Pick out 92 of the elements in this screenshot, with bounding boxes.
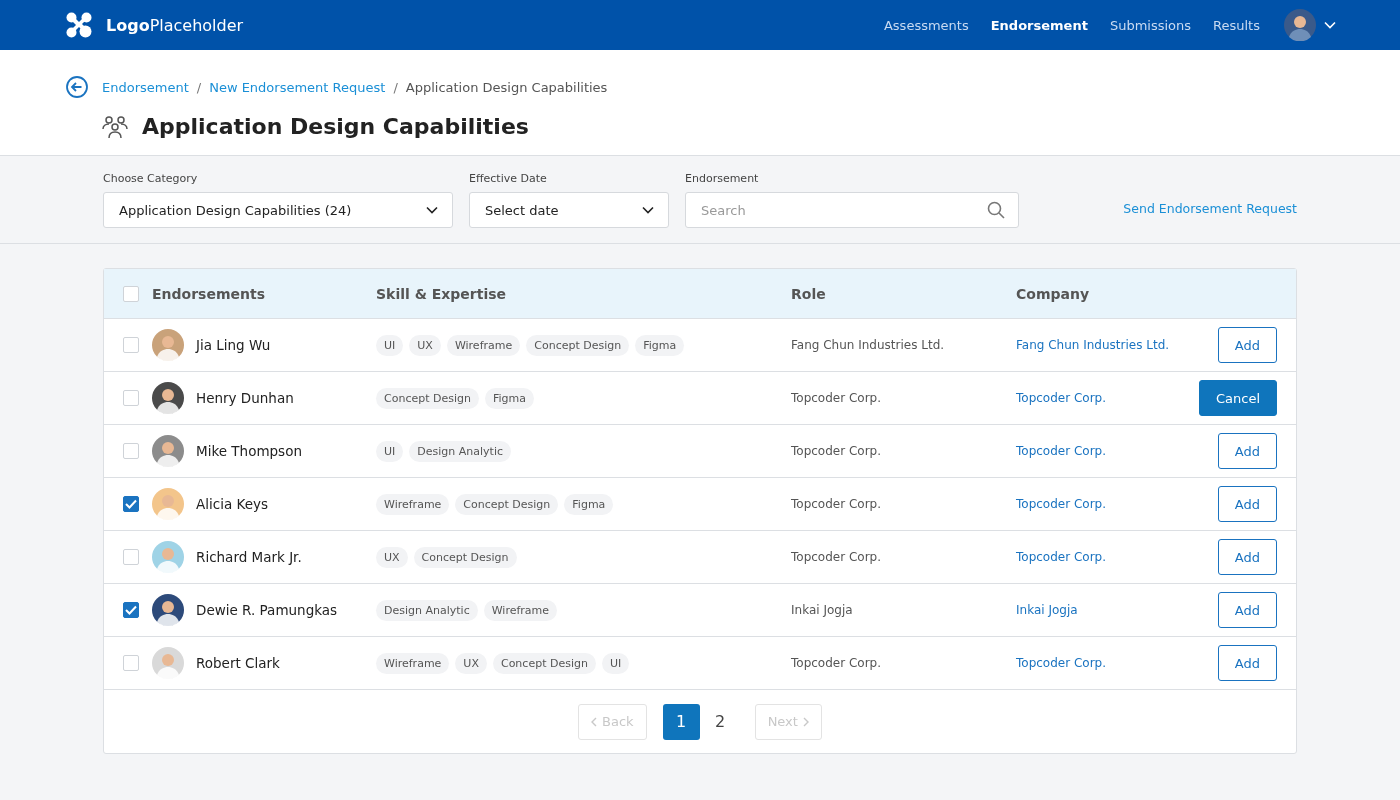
- skill-tag: Concept Design: [376, 387, 479, 409]
- skill-tag: UX: [409, 334, 441, 356]
- select-all-checkbox[interactable]: [123, 285, 139, 302]
- skill-tag: Concept Design: [526, 334, 630, 356]
- skill-tag: Concept Design: [455, 493, 559, 515]
- company-link[interactable]: Inkai Jogja: [1016, 603, 1078, 617]
- column-header: Skill & Expertise: [376, 285, 508, 302]
- skill-tag: Wireframe: [376, 652, 450, 674]
- skill-tag: Design Analytic: [409, 440, 511, 462]
- field-label: Endorsement: [685, 172, 760, 185]
- chevron-down-icon: [426, 206, 438, 214]
- role-text: Topcoder Corp.: [791, 497, 883, 511]
- company-link[interactable]: Topcoder Corp.: [1016, 497, 1107, 511]
- person-name: Alicia Keys: [196, 496, 268, 512]
- add-button[interactable]: Add: [1217, 645, 1277, 681]
- field-label: Choose Category: [103, 172, 199, 185]
- company-link[interactable]: Topcoder Corp.: [1016, 391, 1107, 405]
- page-button[interactable]: 1: [662, 703, 700, 740]
- nav-link[interactable]: Assessments: [883, 17, 969, 33]
- skill-tag: Figma: [635, 334, 685, 356]
- add-button[interactable]: Add: [1217, 433, 1277, 469]
- person-name: Dewie R. Pamungkas: [196, 602, 338, 618]
- role-text: Inkai Jogja: [791, 603, 854, 617]
- skill-tag: UI: [376, 440, 404, 462]
- role-text: Topcoder Corp.: [791, 444, 883, 458]
- skill-tag: Figma: [484, 387, 534, 409]
- chevron-left-icon: [591, 716, 598, 727]
- column-header: Endorsements: [152, 285, 266, 302]
- skill-tag: Concept Design: [413, 546, 517, 568]
- avatar: [152, 382, 184, 414]
- skill-tag: Wireframe: [446, 334, 521, 356]
- category-dropdown[interactable]: Application Design Capabilities (24): [103, 192, 453, 228]
- breadcrumb-link[interactable]: Endorsement: [102, 79, 189, 95]
- breadcrumb-link[interactable]: New Endorsement Request: [209, 79, 386, 95]
- company-link[interactable]: Topcoder Corp.: [1016, 656, 1107, 670]
- date-dropdown[interactable]: Select date: [469, 192, 669, 228]
- page-title: Application Design Capabilities: [142, 114, 529, 139]
- role-text: Topcoder Corp.: [791, 656, 883, 670]
- search-icon: [987, 201, 1005, 219]
- role-text: Fang Chun Industries Ltd.: [791, 338, 946, 352]
- add-button[interactable]: Add: [1217, 539, 1277, 575]
- breadcrumb-separator: /: [393, 79, 398, 95]
- skill-tag: UI: [376, 334, 404, 356]
- page-button[interactable]: 2: [701, 703, 739, 740]
- field-label: Effective Date: [469, 172, 548, 185]
- avatar: [152, 329, 184, 361]
- add-button[interactable]: Add: [1217, 486, 1277, 522]
- skill-tag: Concept Design: [492, 652, 596, 674]
- person-name: Richard Mark Jr.: [196, 549, 302, 565]
- company-link[interactable]: Topcoder Corp.: [1016, 444, 1107, 458]
- add-button[interactable]: Add: [1217, 327, 1277, 363]
- skill-tag: UX: [455, 652, 487, 674]
- nav-link[interactable]: Results: [1213, 17, 1260, 33]
- person-name: Henry Dunhan: [196, 390, 294, 406]
- person-name: Robert Clark: [196, 655, 280, 671]
- person-name: Jia Ling Wu: [196, 337, 271, 353]
- skill-tag: Wireframe: [376, 493, 450, 515]
- avatar: [152, 541, 184, 573]
- column-header: Role: [791, 285, 827, 302]
- company-link[interactable]: Fang Chun Industries Ltd.: [1016, 338, 1170, 352]
- avatar[interactable]: [1284, 9, 1316, 41]
- avatar: [152, 435, 184, 467]
- skill-tag: Wireframe: [483, 599, 558, 621]
- cancel-button[interactable]: Cancel: [1198, 380, 1277, 416]
- avatar: [152, 594, 184, 626]
- row-checkbox[interactable]: [123, 602, 139, 618]
- avatar: [152, 647, 184, 679]
- skill-tag: Figma: [564, 493, 614, 515]
- person-name: Mike Thompson: [196, 443, 302, 459]
- nav-link[interactable]: Endorsement: [990, 17, 1088, 33]
- send-request-link[interactable]: Send Endorsement Request: [1123, 201, 1297, 228]
- back-icon[interactable]: [66, 76, 88, 98]
- row-checkbox[interactable]: [123, 496, 139, 512]
- people-icon: [102, 114, 128, 139]
- skill-tag: UX: [376, 546, 408, 568]
- breadcrumb-current: Application Design Capabilities: [405, 79, 608, 95]
- column-header: Company: [1016, 285, 1091, 302]
- chevron-right-icon: [802, 716, 809, 727]
- skill-tag: UI: [601, 652, 630, 674]
- chevron-down-icon: [642, 206, 654, 214]
- role-text: Topcoder Corp.: [791, 550, 883, 564]
- breadcrumb-separator: /: [196, 79, 202, 95]
- skill-tag: Design Analytic: [376, 599, 478, 621]
- nav-link[interactable]: Submissions: [1109, 17, 1192, 33]
- logo-text: LogoPlaceholder: [106, 15, 244, 35]
- add-button[interactable]: Add: [1217, 592, 1277, 628]
- chevron-down-icon: [1324, 21, 1336, 29]
- logo-icon: [66, 12, 92, 38]
- search-field[interactable]: Search: [685, 192, 1019, 228]
- avatar: [152, 488, 184, 520]
- company-link[interactable]: Topcoder Corp.: [1016, 550, 1107, 564]
- role-text: Topcoder Corp.: [791, 391, 883, 405]
